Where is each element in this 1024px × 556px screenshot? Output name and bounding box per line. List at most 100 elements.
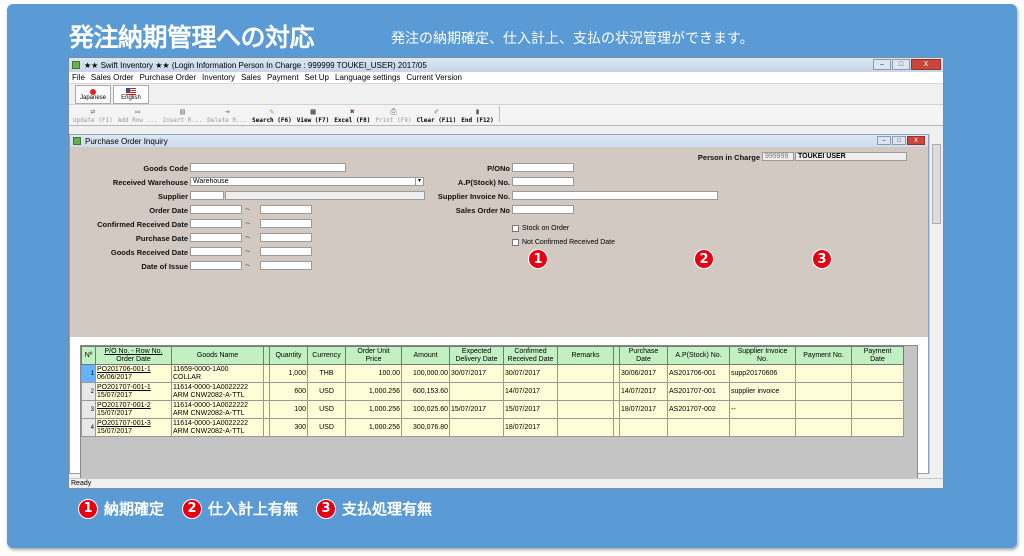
col-expected[interactable]: Expected Delivery Date — [449, 346, 504, 365]
menu-purchase-order[interactable]: Purchase Order — [140, 73, 196, 82]
unit-price-cell[interactable]: 1,000.256 — [345, 382, 402, 401]
col-po-row[interactable]: P/O No. - Row No. Order Date — [95, 346, 172, 365]
goods-received-date-from-input[interactable] — [190, 247, 242, 256]
supplier-invoice-cell[interactable]: supp20170606 — [729, 364, 796, 383]
amount-cell[interactable]: 600,153.60 — [401, 382, 450, 401]
menu-language-settings[interactable]: Language settings — [335, 73, 400, 82]
language-english-button[interactable]: English — [113, 85, 149, 104]
payment-no-cell[interactable] — [795, 364, 852, 383]
window-titlebar[interactable]: ★★ Swift Inventory ★★ (Login Information… — [69, 58, 943, 72]
print-button[interactable]: ⎙ Print (F9) — [375, 107, 411, 124]
ap-no-cell[interactable] — [667, 418, 730, 437]
quantity-cell[interactable]: 100 — [269, 400, 308, 419]
supplier-invoice-cell[interactable]: supplier invoice — [729, 382, 796, 401]
stock-on-order-checkbox[interactable]: Stock on Order — [512, 225, 569, 232]
unit-price-cell[interactable]: 100.00 — [345, 364, 402, 383]
supplier-invoice-no-input[interactable] — [512, 191, 718, 200]
confirmed-date-cell[interactable]: 14/07/2017 — [503, 382, 558, 401]
payment-no-cell[interactable] — [795, 382, 852, 401]
purchase-date-cell[interactable] — [619, 418, 668, 437]
menu-file[interactable]: File — [72, 73, 85, 82]
clear-button[interactable]: ✐ Clear (F11) — [417, 107, 457, 124]
unit-price-cell[interactable]: 1,000.256 — [345, 418, 402, 437]
menu-inventory[interactable]: Inventory — [202, 73, 235, 82]
inquiry-minimize-button[interactable]: – — [877, 136, 891, 145]
expected-date-cell[interactable] — [449, 382, 504, 401]
col-amount[interactable]: Amount — [401, 346, 450, 365]
col-remarks[interactable]: Remarks — [557, 346, 614, 365]
menu-sales-order[interactable]: Sales Order — [91, 73, 134, 82]
menu-set-up[interactable]: Set Up — [305, 73, 329, 82]
col-supplier-invoice[interactable]: Supplier Invoice No. — [729, 346, 796, 365]
remarks-cell[interactable] — [557, 400, 614, 419]
order-date-to-input[interactable] — [260, 205, 312, 214]
po-cell[interactable]: PO201707-001-1 15/07/2017 — [95, 382, 172, 401]
ap-no-cell[interactable]: AS201707-002 — [667, 400, 730, 419]
menu-payment[interactable]: Payment — [267, 73, 299, 82]
inquiry-titlebar[interactable]: Purchase Order Inquiry – □ X — [70, 135, 928, 147]
po-cell[interactable]: PO201706-001-1 06/06/2017 — [95, 364, 172, 383]
supplier-invoice-cell[interactable] — [729, 418, 796, 437]
date-of-issue-from-input[interactable] — [190, 261, 242, 270]
table-row[interactable]: 4 PO201707-001-3 15/07/2017 11614-0000-1A… — [81, 418, 904, 437]
inquiry-maximize-button[interactable]: □ — [892, 136, 906, 145]
goods-received-date-to-input[interactable] — [260, 247, 312, 256]
col-unit-price[interactable]: Order Unit Price — [345, 346, 402, 365]
not-confirmed-checkbox[interactable]: Not Confirmed Received Date — [512, 239, 615, 246]
amount-cell[interactable]: 100,000.00 — [401, 364, 450, 383]
col-purchase-date[interactable]: Purchase Date — [619, 346, 668, 365]
row-number[interactable]: 2 — [81, 382, 96, 401]
payment-date-cell[interactable] — [851, 418, 904, 437]
amount-cell[interactable]: 100,025.60 — [401, 400, 450, 419]
maximize-button[interactable]: □ — [892, 59, 910, 70]
close-button[interactable]: X — [911, 59, 941, 70]
sales-order-no-input[interactable] — [512, 205, 574, 214]
ap-stock-no-input[interactable] — [512, 177, 574, 186]
supplier-code-input[interactable] — [190, 191, 224, 200]
add-row-button[interactable]: ▭ Add Row ... — [118, 107, 158, 124]
currency-cell[interactable]: USD — [307, 400, 346, 419]
row-number[interactable]: 1 — [81, 364, 96, 383]
menu-sales[interactable]: Sales — [241, 73, 261, 82]
row-number[interactable]: 3 — [81, 400, 96, 419]
menu-current-version[interactable]: Current Version — [406, 73, 462, 82]
currency-cell[interactable]: USD — [307, 418, 346, 437]
table-row[interactable]: 3 PO201707-001-2 15/07/2017 11614-0000-1A… — [81, 400, 904, 419]
quantity-cell[interactable]: 1,000 — [269, 364, 308, 383]
payment-date-cell[interactable] — [851, 382, 904, 401]
goods-code-input[interactable] — [190, 163, 346, 172]
table-row[interactable]: 1 PO201706-001-1 06/06/2017 11659-0000-1A… — [81, 364, 904, 383]
expected-date-cell[interactable]: 30/07/2017 — [449, 364, 504, 383]
remarks-cell[interactable] — [557, 382, 614, 401]
purchase-date-to-input[interactable] — [260, 233, 312, 242]
search-button[interactable]: ✎ Search (F6) — [252, 107, 292, 124]
purchase-date-cell[interactable]: 30/06/2017 — [619, 364, 668, 383]
goods-cell[interactable]: 11614-0000-1A0022222 ARM CNW2082-A-TTL — [171, 400, 264, 419]
delete-row-button[interactable]: ⇥ Delete R... — [207, 107, 247, 124]
payment-no-cell[interactable] — [795, 418, 852, 437]
scrollbar-thumb[interactable] — [932, 144, 941, 224]
col-payment-no[interactable]: Payment No. — [795, 346, 852, 365]
end-button[interactable]: ▮ End (F12) — [461, 107, 494, 124]
quantity-cell[interactable]: 600 — [269, 382, 308, 401]
remarks-cell[interactable] — [557, 418, 614, 437]
quantity-cell[interactable]: 300 — [269, 418, 308, 437]
goods-cell[interactable]: 11614-0000-1A0022222 ARM CNW2082-A-TTL — [171, 418, 264, 437]
minimize-button[interactable]: – — [873, 59, 891, 70]
inquiry-close-button[interactable]: X — [907, 136, 925, 145]
col-confirmed[interactable]: Confirmed Received Date — [503, 346, 558, 365]
col-currency[interactable]: Currency — [307, 346, 346, 365]
amount-cell[interactable]: 300,076.80 — [401, 418, 450, 437]
payment-date-cell[interactable] — [851, 364, 904, 383]
update-button[interactable]: ⇄ Update (F1) — [73, 107, 113, 124]
main-vertical-scrollbar[interactable] — [929, 134, 943, 474]
col-quantity[interactable]: Quantity — [269, 346, 308, 365]
goods-cell[interactable]: 11659-0000-1A00 COLLAR — [171, 364, 264, 383]
table-row[interactable]: 2 PO201707-001-1 15/07/2017 11614-0000-1A… — [81, 382, 904, 401]
po-no-input[interactable] — [512, 163, 574, 172]
date-of-issue-to-input[interactable] — [260, 261, 312, 270]
insert-row-button[interactable]: ▤ Insert R... — [163, 107, 203, 124]
col-ap-no[interactable]: A.P(Stock) No. — [667, 346, 730, 365]
view-button[interactable]: ▦ View (F7) — [297, 107, 330, 124]
payment-date-cell[interactable] — [851, 400, 904, 419]
